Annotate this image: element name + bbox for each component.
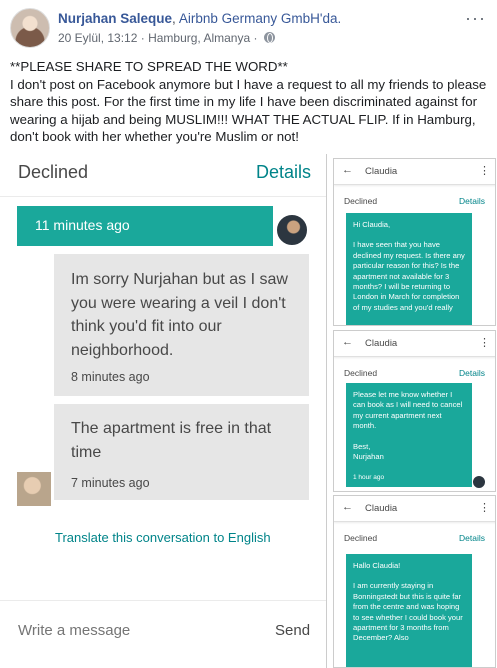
sent-message-bubble: 11 minutes ago	[17, 206, 273, 246]
send-button[interactable]: Send	[275, 622, 310, 639]
message-input[interactable]	[18, 622, 258, 639]
divider	[0, 196, 326, 197]
author-avatar[interactable]	[10, 8, 50, 48]
status-declined: Declined	[344, 196, 378, 206]
kebab-menu-icon[interactable]: ⋮	[479, 164, 490, 177]
back-arrow-icon[interactable]: ←	[342, 336, 353, 348]
conversation-topbar: Declined Details	[0, 154, 326, 194]
status-declined: Declined	[344, 533, 378, 543]
status-declined: Declined	[18, 162, 89, 182]
conversation-name: Claudia	[365, 338, 398, 349]
received-message-time: 7 minutes ago	[71, 476, 150, 490]
divider	[0, 600, 326, 601]
message-paragraph: Please let me know whether I can book as…	[353, 390, 463, 431]
received-message-bubble: Im sorry Nurjahan but as I saw you were …	[54, 254, 309, 396]
post-timestamp[interactable]: 20 Eylül, 13:12	[58, 31, 137, 45]
author-line: Nurjahan Saleque, Airbnb Germany GmbH'da…	[58, 11, 341, 26]
received-message-time: 8 minutes ago	[71, 370, 150, 384]
post-location[interactable]: Hamburg, Almanya	[148, 31, 250, 45]
phone-topbar: ← Claudia ⋮	[334, 331, 495, 357]
sent-message-time: 11 minutes ago	[35, 217, 130, 233]
conversation-name: Claudia	[365, 166, 398, 177]
globe-icon[interactable]	[263, 32, 275, 43]
meta-dot: ·	[140, 31, 145, 45]
phone-screenshot-1[interactable]: ← Claudia ⋮ Declined Details Hi Claudia,…	[333, 158, 496, 326]
sent-message-bubble: Hi Claudia, I have seen that you have de…	[346, 213, 472, 325]
author-name-link[interactable]: Nurjahan Saleque	[58, 11, 172, 26]
author-separator: ,	[172, 11, 176, 26]
received-message-text: Im sorry Nurjahan but as I saw you were …	[71, 271, 288, 359]
sender-avatar	[276, 214, 308, 246]
message-paragraph: Best, Nurjahan	[353, 441, 384, 462]
phone-topbar: ← Claudia ⋮	[334, 159, 495, 185]
status-declined: Declined	[344, 368, 378, 378]
post-text-line-1: **PLEASE SHARE TO SPREAD THE WORD**	[10, 59, 288, 74]
kebab-menu-icon[interactable]: ⋮	[479, 501, 490, 514]
received-message-text: The apartment is free in that time	[71, 420, 272, 461]
post-meta: 20 Eylül, 13:12 · Hamburg, Almanya ·	[58, 31, 275, 45]
message-paragraph: Hallo Claudia!	[353, 561, 401, 570]
details-link[interactable]: Details	[459, 368, 485, 378]
phone-screenshot-3[interactable]: ← Claudia ⋮ Declined Details Hallo Claud…	[333, 495, 496, 668]
more-options-icon[interactable]: ···	[465, 8, 486, 29]
page-name-link[interactable]: Airbnb Germany GmbH'da.	[179, 11, 341, 26]
sent-message-bubble: Hallo Claudia! I am currently staying in…	[346, 554, 472, 667]
message-paragraph: I have seen that you have declined my re…	[353, 240, 465, 312]
post-header: Nurjahan Saleque, Airbnb Germany GmbH'da…	[10, 8, 490, 52]
translate-conversation-link[interactable]: Translate this conversation to English	[55, 530, 271, 545]
sender-avatar	[472, 475, 486, 489]
host-avatar	[17, 472, 51, 506]
details-link[interactable]: Details	[256, 162, 311, 183]
message-time: 1 hour ago	[353, 474, 385, 482]
meta-dot-2: ·	[253, 31, 258, 45]
post-text-line-2: I don't post on Facebook anymore but I h…	[10, 76, 487, 145]
message-paragraph: Hi Claudia,	[353, 220, 391, 229]
phone-screenshot-2[interactable]: ← Claudia ⋮ Declined Details Please let …	[333, 330, 496, 492]
received-message-bubble: The apartment is free in that time 7 min…	[54, 404, 309, 500]
kebab-menu-icon[interactable]: ⋮	[479, 336, 490, 349]
message-paragraph: I am currently staying in Bonningstedt b…	[353, 581, 463, 643]
sent-message-bubble: Please let me know whether I can book as…	[346, 383, 472, 487]
post-text: **PLEASE SHARE TO SPREAD THE WORD** I do…	[10, 58, 490, 146]
phone-topbar: ← Claudia ⋮	[334, 496, 495, 522]
details-link[interactable]: Details	[459, 533, 485, 543]
back-arrow-icon[interactable]: ←	[342, 164, 353, 176]
back-arrow-icon[interactable]: ←	[342, 501, 353, 513]
details-link[interactable]: Details	[459, 196, 485, 206]
airbnb-conversation-screenshot[interactable]: Declined Details 11 minutes ago Im sorry…	[0, 154, 327, 668]
conversation-name: Claudia	[365, 503, 398, 514]
